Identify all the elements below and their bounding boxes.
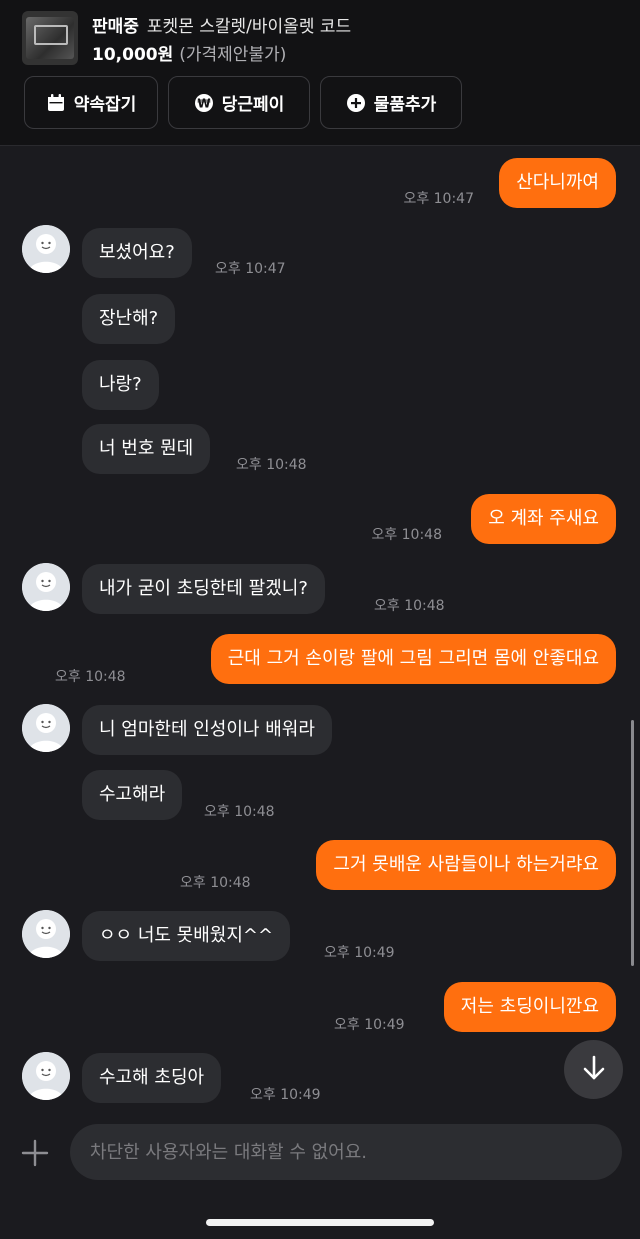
karrot-pay-button[interactable]: ₩ 당근페이: [168, 76, 310, 129]
product-price: 10,000원: [92, 45, 174, 65]
user-avatar[interactable]: [22, 910, 70, 958]
user-avatar[interactable]: [22, 1052, 70, 1100]
message-outgoing[interactable]: 저는 초딩이니깐요: [443, 982, 616, 1032]
message-outgoing[interactable]: 산다니까여: [499, 158, 616, 208]
won-circle-icon: ₩: [194, 93, 214, 113]
action-bar: 약속잡기 ₩ 당근페이 물품추가: [24, 76, 462, 129]
plus-circle-icon: [346, 93, 366, 113]
schedule-label: 약속잡기: [73, 95, 137, 114]
message-time: 오후 10:48: [180, 875, 251, 891]
message-incoming[interactable]: ㅇㅇ 너도 못배웠지^^: [82, 911, 291, 961]
message-incoming[interactable]: 장난해?: [82, 294, 176, 344]
chat-header: 판매중 포켓몬 스칼렛/바이올렛 코드 10,000원 (가격제안불가) 약속잡기 …: [0, 0, 640, 146]
add-item-label: 물품추가: [373, 95, 437, 114]
message-outgoing[interactable]: 오 계좌 주새요: [471, 494, 616, 544]
message-incoming[interactable]: 보셨어요?: [82, 228, 192, 278]
message-input[interactable]: [70, 1124, 622, 1180]
user-avatar[interactable]: [22, 704, 70, 752]
user-avatar[interactable]: [22, 563, 70, 611]
message-time: 오후 10:48: [55, 669, 126, 685]
message-incoming[interactable]: 니 엄마한테 인성이나 배워라: [82, 705, 332, 755]
message-incoming[interactable]: 너 번호 뭔데: [82, 424, 211, 474]
karrot-pay-label: 당근페이: [221, 95, 285, 114]
calendar-icon: [46, 93, 66, 113]
product-thumbnail[interactable]: [22, 11, 78, 65]
message-time: 오후 10:48: [374, 598, 445, 614]
message-time: 오후 10:48: [236, 457, 307, 473]
product-name: 포켓몬 스칼렛/바이올렛 코드: [146, 17, 352, 37]
message-outgoing[interactable]: 그거 못배운 사람들이나 하는거랴요: [316, 840, 616, 890]
message-incoming[interactable]: 내가 굳이 초딩한테 팔겠니?: [82, 564, 325, 614]
svg-text:₩: ₩: [197, 96, 211, 110]
message-time: 오후 10:48: [204, 804, 275, 820]
message-outgoing[interactable]: 근대 그거 손이랑 팔에 그림 그리면 몸에 안좋대요: [210, 634, 616, 684]
plus-icon: [20, 1139, 50, 1172]
message-time: 오후 10:48: [371, 527, 442, 543]
message-time: 오후 10:49: [334, 1017, 405, 1033]
arrow-down-icon: [579, 1053, 609, 1087]
message-incoming[interactable]: 수고해 초딩아: [82, 1053, 222, 1103]
message-time: 오후 10:49: [250, 1087, 321, 1103]
message-time: 오후 10:47: [403, 191, 474, 207]
scroll-to-bottom-button[interactable]: [564, 1040, 623, 1099]
product-price-row: 10,000원 (가격제안불가): [92, 40, 286, 65]
scrollbar[interactable]: [631, 720, 634, 966]
attach-button[interactable]: [20, 1138, 50, 1168]
add-item-button[interactable]: 물품추가: [320, 76, 462, 129]
message-incoming[interactable]: 수고해라: [82, 770, 183, 820]
message-time: 오후 10:49: [324, 945, 395, 961]
product-title-row[interactable]: 판매중 포켓몬 스칼렛/바이올렛 코드: [92, 12, 351, 37]
schedule-button[interactable]: 약속잡기: [24, 76, 158, 129]
user-avatar[interactable]: [22, 225, 70, 273]
home-indicator: [206, 1219, 434, 1226]
price-negotiation-note: (가격제안불가): [179, 45, 287, 65]
message-incoming[interactable]: 나랑?: [82, 360, 159, 410]
message-time: 오후 10:47: [215, 261, 286, 277]
product-status: 판매중: [92, 17, 139, 37]
